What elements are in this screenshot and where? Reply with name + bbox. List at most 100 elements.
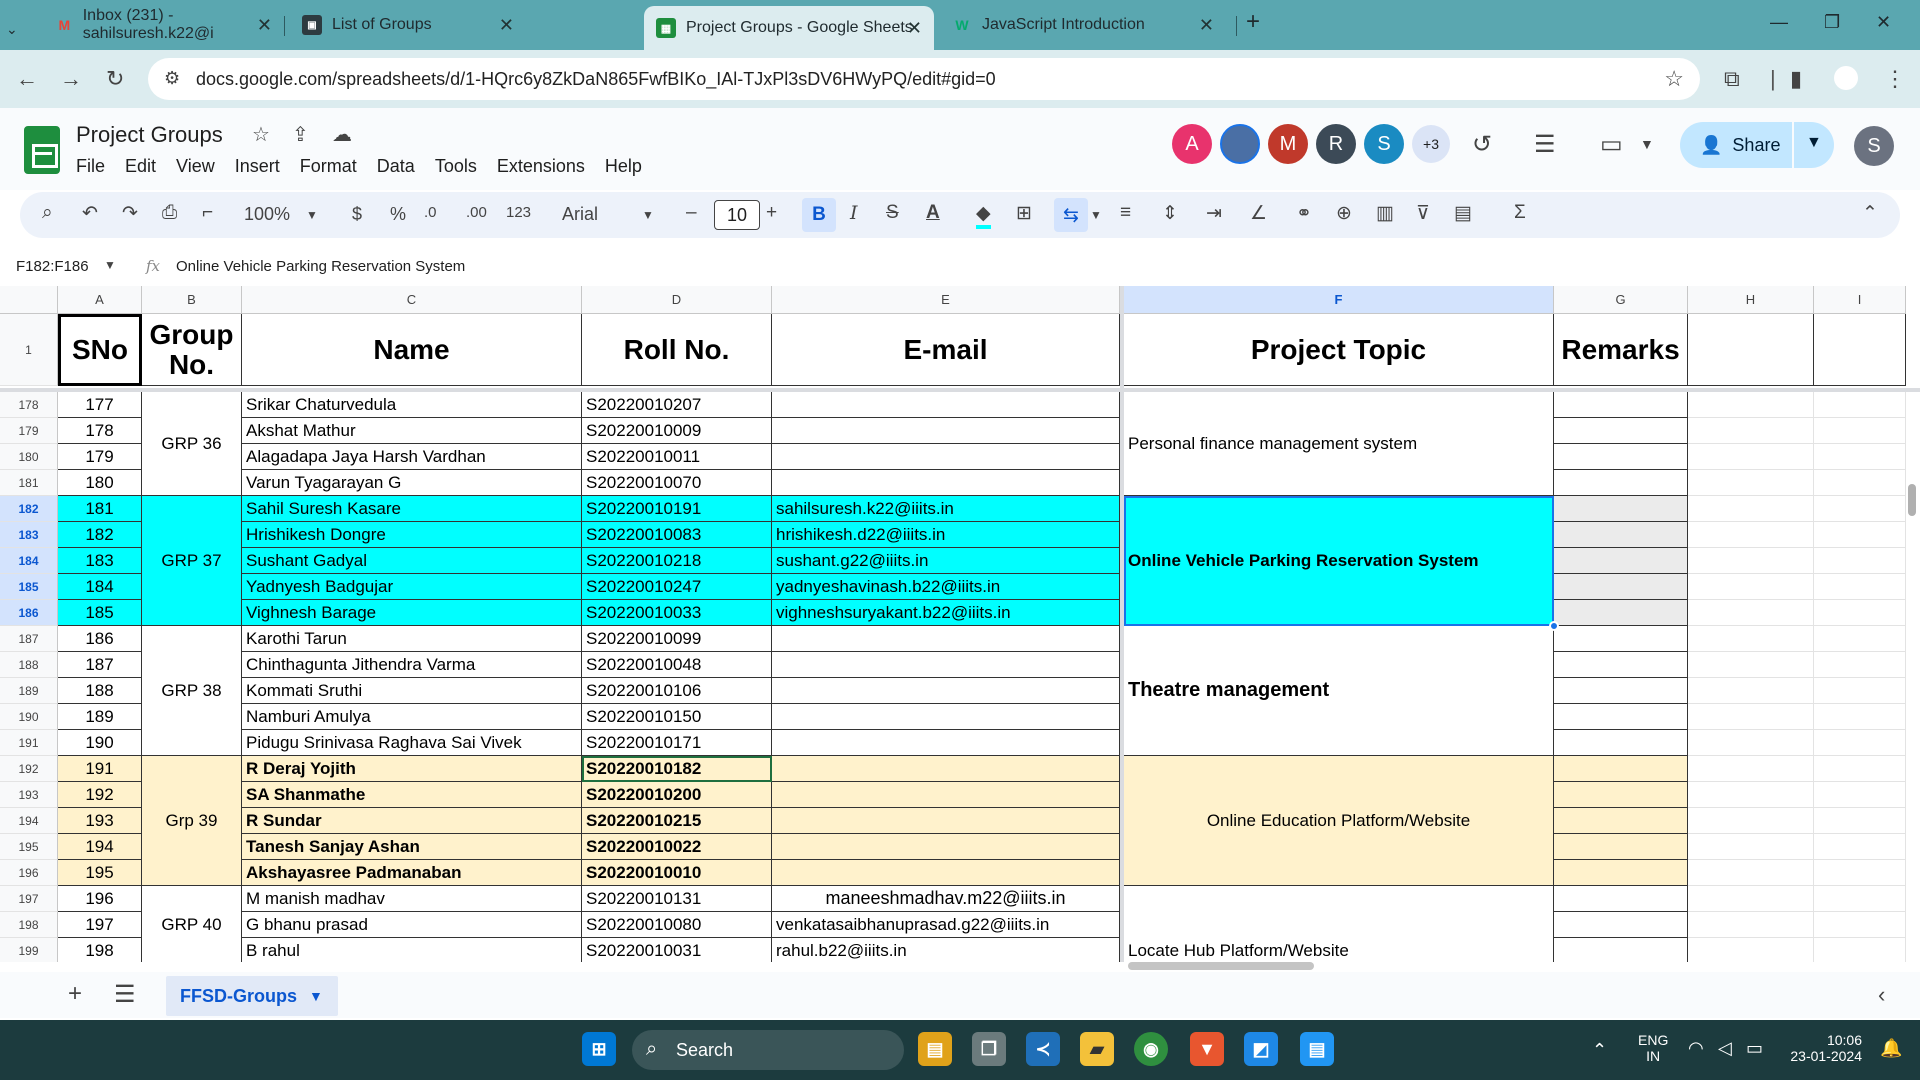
row-header[interactable]: 192	[0, 756, 58, 782]
roll-cell[interactable]: S20220010022	[582, 834, 772, 860]
vertical-align-icon[interactable]: ⇕	[1162, 202, 1178, 225]
sno-cell[interactable]: 179	[58, 444, 142, 470]
explore-collapse-icon[interactable]: ‹	[1878, 982, 1885, 1008]
email-cell[interactable]: vighneshsuryakant.b22@iiits.in	[772, 600, 1120, 626]
empty-cell[interactable]	[1814, 392, 1906, 418]
name-cell[interactable]: Sahil Suresh Kasare	[242, 496, 582, 522]
font-select[interactable]: Arial	[562, 204, 598, 225]
close-window-icon[interactable]: ✕	[1876, 12, 1891, 33]
insert-comment-icon[interactable]: ⊕	[1336, 202, 1352, 225]
collapse-toolbar-icon[interactable]: ⌃	[1862, 202, 1878, 225]
remarks-cell[interactable]	[1554, 808, 1688, 834]
notifications-icon[interactable]: 🔔	[1880, 1038, 1902, 1059]
name-cell[interactable]: Srikar Chaturvedula	[242, 392, 582, 418]
star-icon[interactable]: ☆	[252, 122, 270, 147]
functions-icon[interactable]: Σ	[1514, 202, 1526, 224]
header-cell-email[interactable]: E-mail	[772, 314, 1120, 386]
empty-cell[interactable]	[1814, 678, 1906, 704]
sno-cell[interactable]: 185	[58, 600, 142, 626]
remarks-cell[interactable]	[1554, 548, 1688, 574]
sno-cell[interactable]: 188	[58, 678, 142, 704]
email-cell[interactable]	[772, 860, 1120, 886]
remarks-cell[interactable]	[1554, 704, 1688, 730]
remarks-cell[interactable]	[1554, 782, 1688, 808]
empty-cell[interactable]	[1814, 808, 1906, 834]
sno-cell[interactable]: 195	[58, 860, 142, 886]
empty-cell[interactable]	[1688, 730, 1814, 756]
row-header[interactable]: 180	[0, 444, 58, 470]
column-header-h[interactable]: H	[1688, 286, 1814, 314]
roll-cell[interactable]: S20220010218	[582, 548, 772, 574]
empty-cell[interactable]	[1688, 548, 1814, 574]
site-info-icon[interactable]: ⚙	[164, 68, 180, 89]
empty-cell[interactable]	[1688, 574, 1814, 600]
select-all-corner[interactable]	[0, 286, 58, 314]
decrease-font-size-icon[interactable]: –	[686, 202, 697, 224]
tab-project-groups[interactable]: ▦ Project Groups - Google Sheets ✕	[644, 6, 934, 50]
close-icon[interactable]: ✕	[499, 15, 514, 36]
chrome-icon[interactable]: ◉	[1134, 1032, 1168, 1066]
sidepanel-icon[interactable]: ▮	[1790, 66, 1802, 92]
menu-extensions[interactable]: Extensions	[497, 156, 585, 177]
account-avatar[interactable]: S	[1854, 126, 1894, 166]
new-tab-icon[interactable]: +	[1246, 8, 1260, 36]
text-color-icon[interactable]: A	[926, 202, 940, 224]
email-cell[interactable]: maneeshmadhav.m22@iiits.in	[772, 886, 1120, 912]
empty-cell[interactable]	[1688, 522, 1814, 548]
menu-tools[interactable]: Tools	[435, 156, 477, 177]
profile-avatar-icon[interactable]	[1834, 66, 1858, 90]
empty-cell[interactable]	[1814, 600, 1906, 626]
roll-cell[interactable]: S20220010150	[582, 704, 772, 730]
frozen-row-divider[interactable]	[0, 388, 1920, 392]
remarks-cell[interactable]	[1554, 444, 1688, 470]
header-cell-sno[interactable]: SNo	[58, 314, 142, 386]
email-cell[interactable]	[772, 418, 1120, 444]
empty-cell[interactable]	[1814, 548, 1906, 574]
task-view-icon[interactable]: ❐	[972, 1032, 1006, 1066]
sno-cell[interactable]: 187	[58, 652, 142, 678]
name-cell[interactable]: Pidugu Srinivasa Raghava Sai Vivek	[242, 730, 582, 756]
back-icon[interactable]: ←	[16, 66, 38, 92]
sno-cell[interactable]: 191	[58, 756, 142, 782]
roll-cell[interactable]: S20220010010	[582, 860, 772, 886]
empty-cell[interactable]	[1814, 522, 1906, 548]
email-cell[interactable]	[772, 470, 1120, 496]
roll-cell[interactable]: S20220010080	[582, 912, 772, 938]
more-formats-button[interactable]: 123	[506, 204, 531, 221]
group-cell[interactable]: GRP 37	[142, 496, 242, 626]
address-bar[interactable]: ⚙ docs.google.com/spreadsheets/d/1-HQrc6…	[148, 58, 1700, 100]
version-history-icon[interactable]: ↺	[1472, 130, 1492, 159]
remarks-cell[interactable]	[1554, 730, 1688, 756]
roll-cell[interactable]: S20220010247	[582, 574, 772, 600]
extensions-icon[interactable]: ⧉	[1724, 66, 1740, 92]
name-cell[interactable]: Karothi Tarun	[242, 626, 582, 652]
empty-cell[interactable]	[1688, 938, 1814, 962]
sno-cell[interactable]: 197	[58, 912, 142, 938]
email-cell[interactable]	[772, 730, 1120, 756]
roll-cell[interactable]: S20220010011	[582, 444, 772, 470]
insert-link-icon[interactable]: ⚭	[1296, 202, 1312, 225]
name-cell[interactable]: Tanesh Sanjay Ashan	[242, 834, 582, 860]
close-icon[interactable]: ✕	[1199, 15, 1214, 36]
roll-cell[interactable]: S20220010106	[582, 678, 772, 704]
menu-format[interactable]: Format	[300, 156, 357, 177]
bookmark-star-icon[interactable]: ☆	[1664, 66, 1684, 92]
menu-file[interactable]: File	[76, 156, 105, 177]
empty-cell[interactable]	[1688, 834, 1814, 860]
empty-cell[interactable]	[1814, 730, 1906, 756]
brave-icon[interactable]: ▼	[1190, 1032, 1224, 1066]
row-header[interactable]: 188	[0, 652, 58, 678]
search-menus-icon[interactable]: ⌕	[42, 202, 53, 224]
empty-cell[interactable]	[1814, 314, 1906, 386]
merge-cells-icon[interactable]: ⇆	[1054, 198, 1088, 232]
empty-cell[interactable]	[1814, 652, 1906, 678]
column-header-c[interactable]: C	[242, 286, 582, 314]
empty-cell[interactable]	[1688, 496, 1814, 522]
close-icon[interactable]: ✕	[907, 18, 922, 39]
row-header[interactable]: 198	[0, 912, 58, 938]
remarks-cell[interactable]	[1554, 496, 1688, 522]
chevron-down-icon[interactable]: ▼	[1806, 134, 1822, 152]
move-icon[interactable]: ⇪	[292, 122, 309, 147]
horizontal-align-icon[interactable]: ≡	[1120, 202, 1131, 224]
text-rotation-icon[interactable]: ∠	[1250, 202, 1267, 225]
